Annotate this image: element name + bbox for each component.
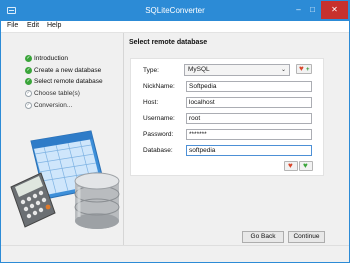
test-connection-button[interactable]: ♥: [299, 161, 313, 171]
menu-file[interactable]: File: [7, 22, 18, 29]
password-field[interactable]: *******: [186, 129, 312, 140]
check-icon: ✓: [25, 78, 32, 85]
minimize-button[interactable]: –: [292, 1, 305, 19]
host-label: Host:: [143, 99, 159, 106]
username-field[interactable]: root: [186, 113, 312, 124]
database-calculator-illustration: [10, 130, 120, 229]
continue-button[interactable]: Continue: [288, 231, 325, 243]
menu-bar: File Edit Help: [1, 21, 349, 33]
check-icon: ✓: [25, 102, 32, 109]
add-connection-button[interactable]: ♥ +: [296, 64, 312, 74]
title-bar[interactable]: SQLiteConverter – □ ✕: [1, 1, 349, 21]
step-label: Select remote database: [34, 78, 103, 85]
menu-help[interactable]: Help: [47, 22, 61, 29]
heart-icon: ♥: [303, 161, 308, 170]
heart-icon: ♥: [288, 161, 293, 170]
database-field[interactable]: softpedia: [186, 145, 312, 156]
menu-edit[interactable]: Edit: [27, 22, 39, 29]
nickname-field[interactable]: Softpedia: [186, 81, 312, 92]
check-icon: ✓: [25, 90, 32, 97]
chevron-down-icon: ⌄: [280, 67, 286, 73]
step-label: Choose table(s): [34, 90, 80, 97]
type-label: Type:: [143, 67, 159, 74]
database-cylinder-icon: [74, 172, 120, 229]
panel-divider: [123, 33, 124, 245]
database-label: Database:: [143, 147, 173, 154]
save-connection-button[interactable]: ♥: [284, 161, 298, 171]
heart-icon: ♥: [299, 64, 304, 73]
maximize-button[interactable]: □: [306, 1, 319, 19]
check-icon: ✓: [25, 55, 32, 62]
close-button[interactable]: ✕: [321, 1, 348, 19]
bottom-separator: [1, 245, 349, 246]
step-label: Conversion...: [34, 102, 73, 109]
password-label: Password:: [143, 131, 174, 138]
step-label: Introduction: [34, 55, 68, 62]
username-label: Username:: [143, 115, 175, 122]
go-back-button[interactable]: Go Back: [242, 231, 284, 243]
step-label: Create a new database: [34, 67, 102, 74]
section-title: Select remote database: [129, 39, 208, 46]
type-select-value: MySQL: [188, 66, 210, 73]
type-select[interactable]: MySQL ⌄: [184, 64, 290, 76]
app-window: SQLiteConverter – □ ✕ File Edit Help ✓ I…: [0, 0, 350, 263]
plus-icon: +: [306, 67, 310, 73]
check-icon: ✓: [25, 67, 32, 74]
nickname-label: NickName:: [143, 83, 175, 90]
host-field[interactable]: localhost: [186, 97, 312, 108]
